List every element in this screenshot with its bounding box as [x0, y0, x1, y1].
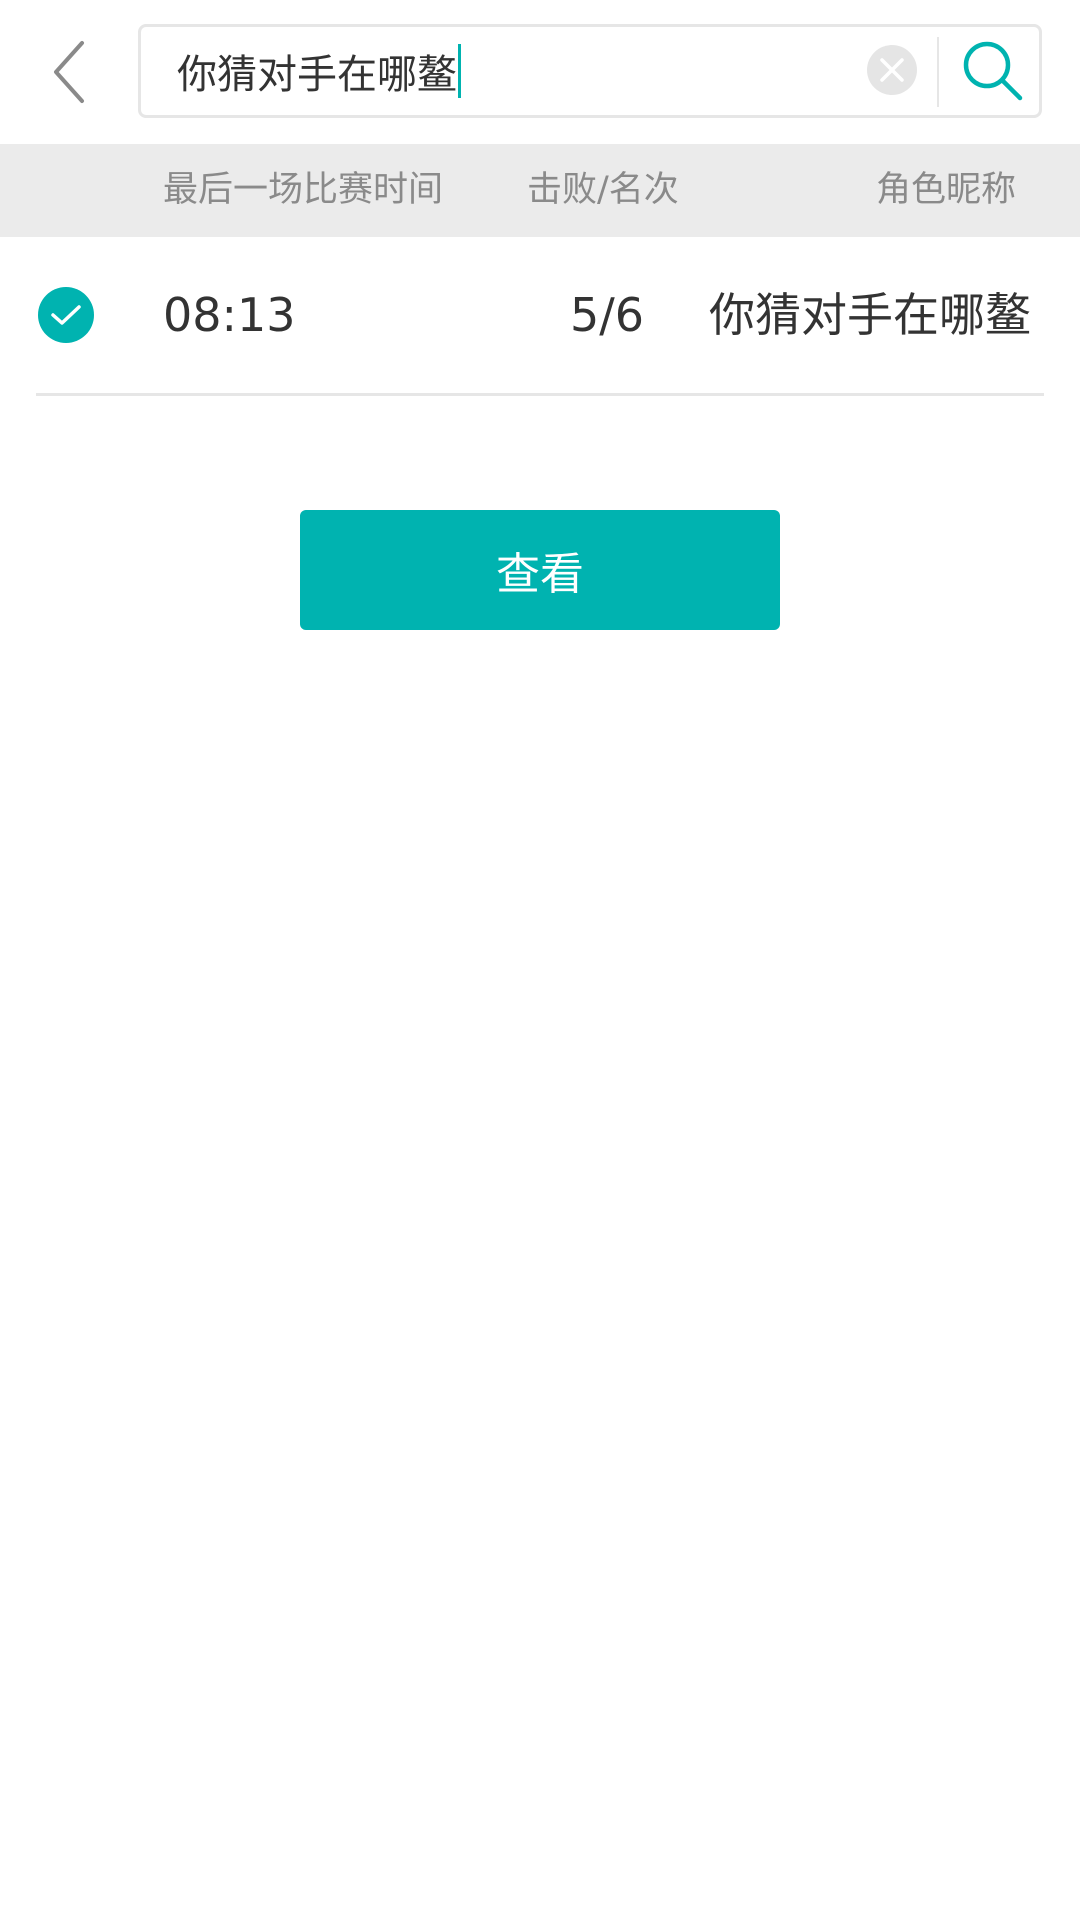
header-last-match-time: 最后一场比赛时间 [163, 170, 444, 210]
search-input[interactable]: 你猜对手在哪鳌 [177, 27, 461, 115]
back-button[interactable] [36, 30, 100, 114]
row-nickname: 你猜对手在哪鳌 [709, 288, 1031, 342]
top-bar: 你猜对手在哪鳌 [0, 0, 1080, 144]
row-selected-checkbox[interactable] [38, 287, 94, 343]
row-rank: 5/6 [570, 288, 645, 342]
table-row[interactable]: 08:13 5/6 你猜对手在哪鳌 [0, 237, 1080, 394]
search-box[interactable]: 你猜对手在哪鳌 [138, 24, 1042, 118]
row-time: 08:13 [163, 288, 296, 342]
search-icon [963, 41, 1023, 101]
chevron-left-icon [54, 41, 84, 103]
view-button[interactable]: 查看 [300, 510, 780, 630]
row-divider [36, 393, 1044, 396]
search-divider [937, 37, 939, 107]
clear-x-icon [880, 58, 904, 82]
search-input-value: 你猜对手在哪鳌 [177, 52, 457, 98]
checkmark-icon [51, 305, 81, 325]
clear-button[interactable] [867, 45, 917, 95]
text-caret [458, 44, 461, 98]
table-header: 最后一场比赛时间 击败/名次 角色昵称 [0, 144, 1080, 237]
header-nickname: 角色昵称 [876, 170, 1017, 210]
search-button[interactable] [953, 31, 1033, 111]
header-defeats-rank: 击败/名次 [527, 170, 679, 210]
